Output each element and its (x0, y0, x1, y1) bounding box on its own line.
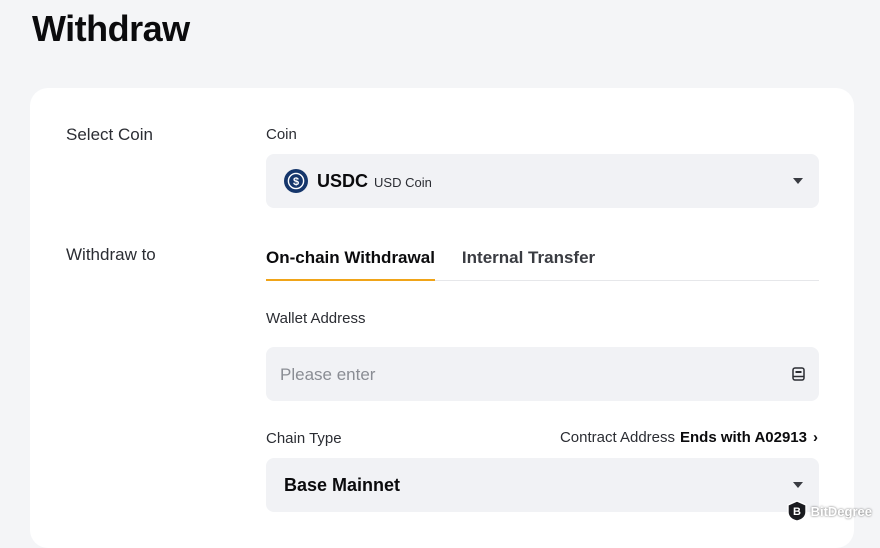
coin-select[interactable]: $ USDC USD Coin (266, 154, 819, 208)
contract-address-suffix: Ends with A02913 (680, 429, 807, 446)
chevron-down-icon (793, 178, 803, 184)
coin-symbol: USDC (317, 170, 369, 191)
select-coin-label: Select Coin (66, 125, 153, 144)
chain-type-label: Chain Type (266, 430, 342, 447)
coin-field-label: Coin (266, 126, 297, 143)
chain-type-value: Base Mainnet (284, 474, 401, 495)
chevron-down-icon (793, 482, 803, 488)
chain-type-select[interactable]: Base Mainnet (266, 458, 819, 512)
contract-address-link[interactable]: Contract Address Ends with A02913 › (560, 429, 818, 446)
coin-name: USD Coin (374, 175, 432, 190)
wallet-address-input[interactable] (278, 347, 762, 403)
withdraw-tabs: On-chain Withdrawal Internal Transfer (266, 248, 819, 281)
svg-text:B: B (793, 506, 801, 518)
address-book-icon[interactable] (792, 367, 805, 386)
usdc-coin-icon: $ (284, 169, 308, 193)
watermark-text: BitDegree (810, 503, 872, 519)
withdraw-card: Select Coin Coin $ USDC USD Coin Withdra… (30, 88, 854, 548)
svg-text:$: $ (293, 176, 299, 188)
wallet-address-field (266, 347, 819, 403)
page-title: Withdraw (32, 8, 190, 49)
withdraw-to-label: Withdraw to (66, 245, 156, 264)
chevron-right-icon: › (813, 429, 818, 446)
wallet-address-label: Wallet Address (266, 310, 366, 327)
bitdegree-logo-icon: B (786, 500, 807, 522)
contract-address-prefix: Contract Address (559, 429, 675, 446)
tab-on-chain-withdrawal[interactable]: On-chain Withdrawal (266, 248, 435, 281)
tab-internal-transfer[interactable]: Internal Transfer (462, 248, 595, 280)
bitdegree-watermark: B BitDegree (786, 500, 872, 522)
